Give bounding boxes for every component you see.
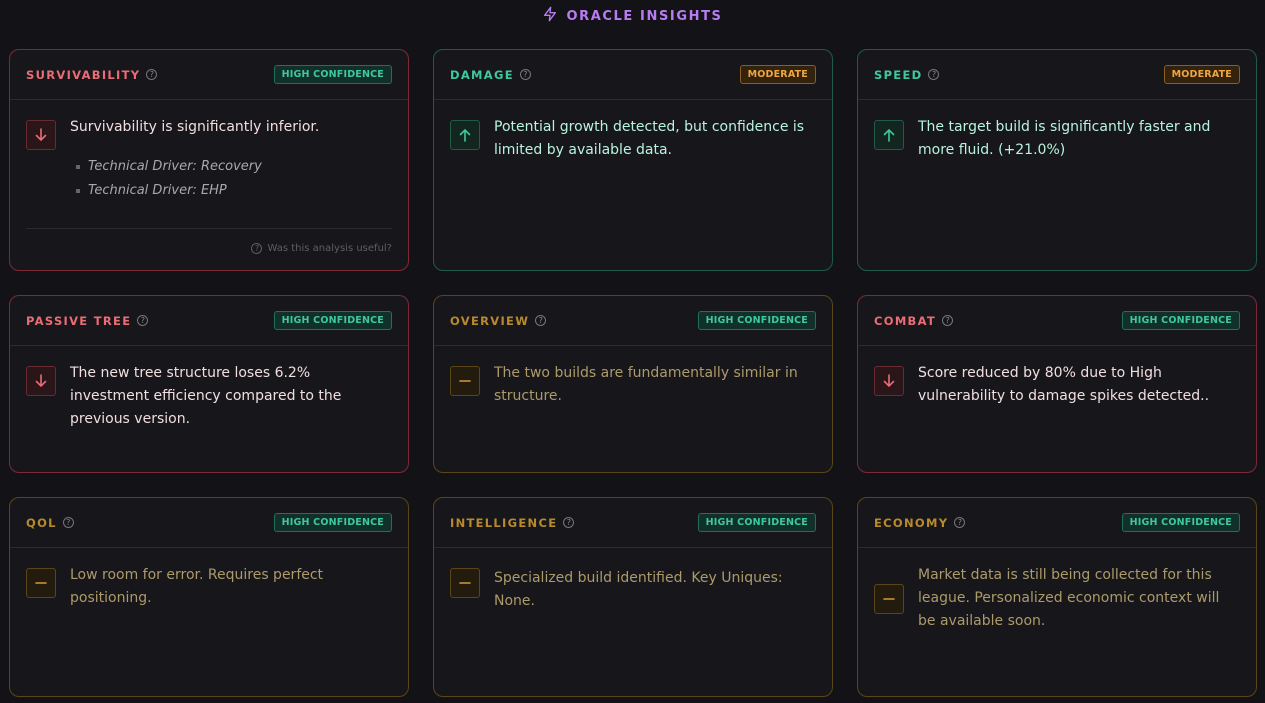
card-title: COMBAT (874, 313, 937, 328)
card-header: OVERVIEW? HIGH CONFIDENCE (434, 296, 832, 346)
confidence-badge: HIGH CONFIDENCE (1121, 513, 1240, 532)
card-header: SPEED? MODERATE (858, 50, 1256, 100)
arrow-down-icon (26, 120, 56, 150)
page-title: ORACLE INSIGHTS (566, 8, 723, 24)
help-icon[interactable]: ? (535, 315, 547, 326)
arrow-up-icon (874, 120, 904, 150)
card-header: QOL? HIGH CONFIDENCE (10, 498, 408, 548)
insight-text: The target build is significantly faster… (918, 119, 1211, 158)
minus-icon (450, 568, 480, 598)
insight-text: The two builds are fundamentally similar… (494, 365, 798, 404)
insight-card-speed: SPEED? MODERATE The target build is sign… (857, 49, 1257, 271)
help-icon[interactable]: ? (954, 517, 966, 528)
minus-icon (874, 584, 904, 614)
list-item: Technical Driver: Recovery (76, 155, 319, 179)
card-header: DAMAGE? MODERATE (434, 50, 832, 100)
help-icon[interactable]: ? (62, 517, 74, 528)
insight-card-damage: DAMAGE? MODERATE Potential growth detect… (433, 49, 833, 271)
confidence-badge: HIGH CONFIDENCE (273, 513, 392, 532)
help-icon[interactable]: ? (519, 69, 531, 80)
confidence-badge: MODERATE (1163, 65, 1240, 84)
insight-card-intelligence: INTELLIGENCE? HIGH CONFIDENCE Specialize… (433, 497, 833, 697)
insight-text: Market data is still being collected for… (918, 567, 1220, 629)
help-icon[interactable]: ? (146, 69, 158, 80)
card-title: OVERVIEW (450, 313, 530, 328)
driver-list: Technical Driver: Recovery Technical Dri… (70, 155, 319, 203)
help-icon: ? (251, 243, 263, 254)
confidence-badge: HIGH CONFIDENCE (1121, 311, 1240, 330)
card-header: ECONOMY? HIGH CONFIDENCE (858, 498, 1256, 548)
minus-icon (450, 366, 480, 396)
confidence-badge: HIGH CONFIDENCE (697, 513, 816, 532)
arrow-down-icon (26, 366, 56, 396)
arrow-down-icon (874, 366, 904, 396)
card-title: SPEED (874, 67, 923, 82)
card-title: ECONOMY (874, 515, 949, 530)
insight-card-qol: QOL? HIGH CONFIDENCE Low room for error.… (9, 497, 409, 697)
lightning-icon (542, 6, 558, 26)
insight-text: Survivability is significantly inferior. (70, 119, 320, 135)
insight-card-passive-tree: PASSIVE TREE? HIGH CONFIDENCE The new tr… (9, 295, 409, 473)
page-header: ORACLE INSIGHTS (0, 6, 1265, 26)
insight-text: Specialized build identified. Key Unique… (494, 570, 783, 609)
insight-card-economy: ECONOMY? HIGH CONFIDENCE Market data is … (857, 497, 1257, 697)
card-title: SURVIVABILITY (26, 67, 141, 82)
insight-card-combat: COMBAT? HIGH CONFIDENCE Score reduced by… (857, 295, 1257, 473)
confidence-badge: HIGH CONFIDENCE (273, 65, 392, 84)
insight-text: Potential growth detected, but confidenc… (494, 119, 805, 158)
card-header: PASSIVE TREE? HIGH CONFIDENCE (10, 296, 408, 346)
card-header: COMBAT? HIGH CONFIDENCE (858, 296, 1256, 346)
card-header: SURVIVABILITY? HIGH CONFIDENCE (10, 50, 408, 100)
help-icon[interactable]: ? (563, 517, 575, 528)
insight-card-overview: OVERVIEW? HIGH CONFIDENCE The two builds… (433, 295, 833, 473)
insight-text: Score reduced by 80% due to High vulnera… (918, 365, 1210, 404)
confidence-badge: MODERATE (739, 65, 816, 84)
confidence-badge: HIGH CONFIDENCE (697, 311, 816, 330)
feedback-link[interactable]: ? Was this analysis useful? (26, 228, 392, 254)
feedback-text: Was this analysis useful? (267, 243, 392, 254)
minus-icon (26, 568, 56, 598)
card-title: DAMAGE (450, 67, 514, 82)
confidence-badge: HIGH CONFIDENCE (273, 311, 392, 330)
help-icon[interactable]: ? (928, 69, 940, 80)
insight-card-survivability: SURVIVABILITY? HIGH CONFIDENCE Survivabi… (9, 49, 409, 271)
arrow-up-icon (450, 120, 480, 150)
card-title: QOL (26, 515, 57, 530)
card-title: PASSIVE TREE (26, 313, 132, 328)
card-title: INTELLIGENCE (450, 515, 558, 530)
help-icon[interactable]: ? (137, 315, 149, 326)
insight-text: Low room for error. Requires perfect pos… (70, 567, 324, 606)
insight-text: The new tree structure loses 6.2% invest… (70, 365, 342, 427)
help-icon[interactable]: ? (942, 315, 954, 326)
list-item: Technical Driver: EHP (76, 179, 319, 203)
card-header: INTELLIGENCE? HIGH CONFIDENCE (434, 498, 832, 548)
